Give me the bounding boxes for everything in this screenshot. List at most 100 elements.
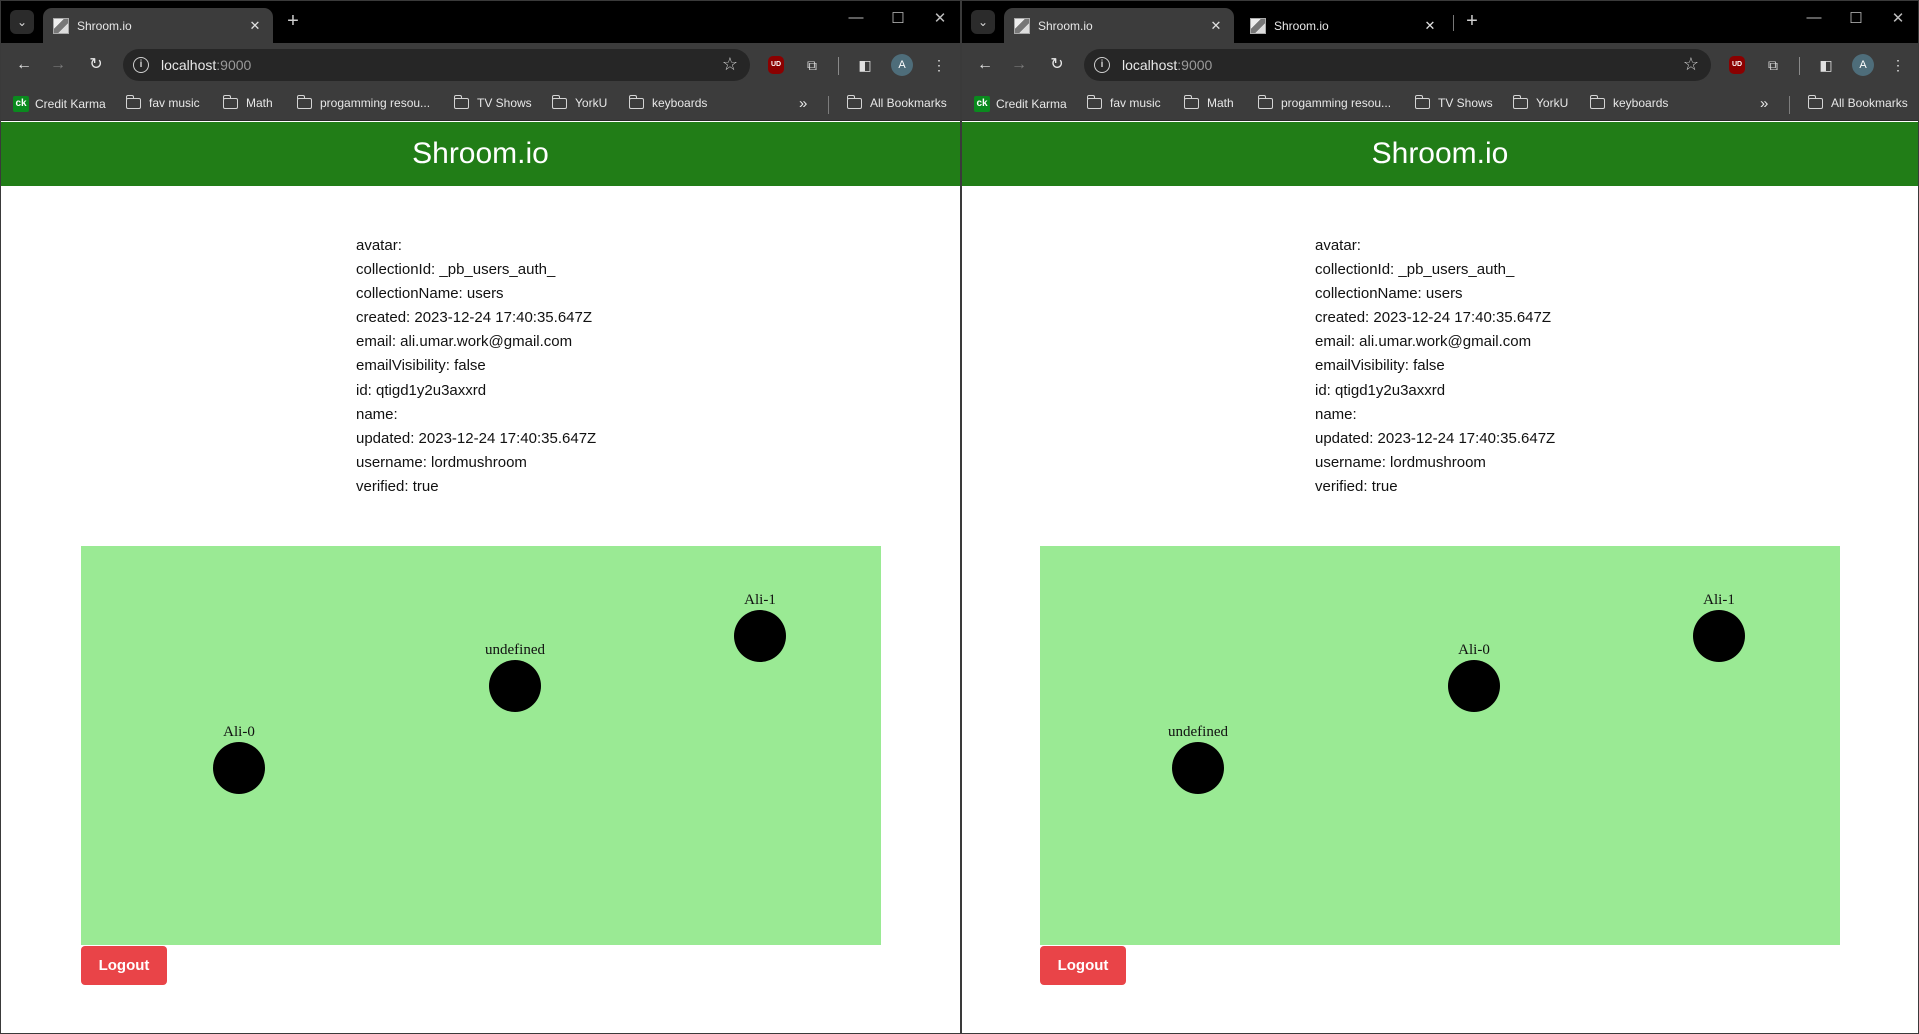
user-field: created: 2023-12-24 17:40:35.647Z [1315, 309, 1552, 327]
bookmark-math[interactable]: Math [1183, 94, 1234, 110]
maximize-icon[interactable]: ☐ [888, 9, 908, 27]
bookmark-fav-music[interactable]: fav music [125, 94, 200, 110]
user-field: collectionId: _pb_users_auth_ [1315, 261, 1515, 279]
close-window-icon[interactable]: ✕ [1888, 9, 1908, 27]
game-area[interactable]: undefined Ali-0 Ali-1 [1040, 546, 1840, 945]
folder-icon [1257, 94, 1273, 109]
bookmark-tv-shows[interactable]: TV Shows [1414, 94, 1493, 110]
maximize-icon[interactable]: ☐ [1846, 9, 1866, 27]
bookmark-keyboards[interactable]: keyboards [628, 94, 707, 110]
new-tab-button[interactable]: + [1462, 11, 1482, 32]
address-bar[interactable]: i localhost:9000 ☆ [123, 49, 750, 81]
ublock-extension-icon[interactable]: UD [768, 56, 784, 74]
folder-icon [1183, 94, 1199, 109]
tab-shroom-active[interactable]: Shroom.io ✕ [43, 8, 273, 43]
user-info: avatar: collectionId: _pb_users_auth_ co… [1315, 234, 1555, 499]
folder-icon [125, 94, 141, 109]
close-icon[interactable]: ✕ [1422, 18, 1438, 34]
all-bookmarks-button[interactable]: All Bookmarks [1807, 94, 1908, 110]
tab-title: Shroom.io [1274, 18, 1329, 33]
user-field: email: ali.umar.work@gmail.com [1315, 333, 1532, 351]
forward-button[interactable]: → [47, 54, 69, 76]
tab-shroom-active[interactable]: Shroom.io ✕ [1004, 8, 1234, 43]
tab-title: Shroom.io [1038, 18, 1093, 33]
all-bookmarks-button[interactable]: All Bookmarks [846, 94, 947, 110]
user-field: updated: 2023-12-24 17:40:35.647Z [1315, 429, 1556, 447]
bookmark-yorku[interactable]: YorkU [1512, 94, 1568, 110]
menu-kebab-icon[interactable]: ⋮ [1887, 54, 1909, 76]
browser-toolbar: ← → ↻ i localhost:9000 ☆ UD ⧉ ◧ A ⋮ [1, 43, 960, 87]
game-area[interactable]: Ali-0 undefined Ali-1 [81, 546, 881, 945]
menu-kebab-icon[interactable]: ⋮ [928, 54, 950, 76]
close-icon[interactable]: ✕ [1208, 18, 1224, 34]
close-window-icon[interactable]: ✕ [930, 9, 950, 27]
extensions-puzzle-icon[interactable]: ⧉ [1762, 54, 1784, 76]
player-dot [1172, 742, 1224, 794]
tab-shroom-inactive[interactable]: Shroom.io ✕ [1240, 8, 1448, 43]
minimize-icon[interactable]: — [1804, 9, 1824, 27]
new-tab-button[interactable]: + [283, 11, 303, 32]
site-info-icon[interactable]: i [133, 57, 149, 73]
back-button[interactable]: ← [974, 54, 996, 76]
player: Ali-0 [1448, 640, 1500, 712]
bookmark-programming[interactable]: progamming resou... [1257, 94, 1391, 110]
address-bar[interactable]: i localhost:9000 ☆ [1084, 49, 1711, 81]
player-dot [734, 610, 786, 662]
folder-icon [628, 94, 644, 109]
bookmark-credit-karma[interactable]: ck Credit Karma [974, 96, 1067, 112]
tab-search-button[interactable]: ⌄ [10, 10, 34, 34]
url-text[interactable]: localhost:9000 [1122, 57, 1212, 73]
window-controls: — ☐ ✕ [846, 9, 950, 27]
more-bookmarks-button[interactable]: » [1760, 95, 1768, 112]
user-field: collectionId: _pb_users_auth_ [356, 261, 556, 279]
player: undefined [485, 640, 545, 712]
bookmark-star-icon[interactable]: ☆ [1683, 54, 1699, 75]
player-dot [489, 660, 541, 712]
user-field: created: 2023-12-24 17:40:35.647Z [356, 309, 593, 327]
player-name: undefined [485, 642, 545, 658]
toolbar-divider [838, 57, 839, 75]
close-icon[interactable]: ✕ [247, 18, 263, 34]
web-page: Shroom.io avatar: collectionId: _pb_user… [962, 122, 1918, 1033]
site-info-icon[interactable]: i [1094, 57, 1110, 73]
folder-icon [846, 94, 862, 109]
folder-icon [551, 94, 567, 109]
logout-button[interactable]: Logout [1040, 946, 1126, 985]
user-field: verified: true [1315, 477, 1398, 495]
user-field: name: [356, 405, 398, 423]
bookmark-fav-music[interactable]: fav music [1086, 94, 1161, 110]
folder-icon [222, 94, 238, 109]
folder-icon [1807, 94, 1823, 109]
bookmarks-bar: ck Credit Karma fav music Math progamming… [1, 87, 960, 121]
bookmark-yorku[interactable]: YorkU [551, 94, 607, 110]
side-panel-icon[interactable]: ◧ [854, 54, 876, 76]
bookmark-programming[interactable]: progamming resou... [296, 94, 430, 110]
bookmark-credit-karma[interactable]: ck Credit Karma [13, 96, 106, 112]
folder-icon [1589, 94, 1605, 109]
more-bookmarks-button[interactable]: » [799, 95, 807, 112]
url-text[interactable]: localhost:9000 [161, 57, 251, 73]
player-name: Ali-0 [1458, 642, 1490, 658]
ublock-extension-icon[interactable]: UD [1729, 56, 1745, 74]
forward-button[interactable]: → [1008, 54, 1030, 76]
bookmark-keyboards[interactable]: keyboards [1589, 94, 1668, 110]
logout-button[interactable]: Logout [81, 946, 167, 985]
bookmarks-divider [1789, 96, 1790, 114]
back-button[interactable]: ← [13, 54, 35, 76]
reload-button[interactable]: ↻ [1046, 54, 1068, 76]
player: Ali-1 [734, 590, 786, 662]
player: Ali-0 [213, 722, 265, 794]
profile-avatar[interactable]: A [1852, 54, 1874, 76]
reload-button[interactable]: ↻ [85, 54, 107, 76]
extensions-puzzle-icon[interactable]: ⧉ [801, 54, 823, 76]
side-panel-icon[interactable]: ◧ [1815, 54, 1837, 76]
tab-search-button[interactable]: ⌄ [971, 10, 995, 34]
profile-avatar[interactable]: A [891, 54, 913, 76]
minimize-icon[interactable]: — [846, 9, 866, 27]
tab-divider [1453, 15, 1454, 31]
bookmark-tv-shows[interactable]: TV Shows [453, 94, 532, 110]
bookmark-star-icon[interactable]: ☆ [722, 54, 738, 75]
user-field: emailVisibility: false [356, 357, 486, 375]
bookmark-math[interactable]: Math [222, 94, 273, 110]
tab-strip: ⌄ Shroom.io ✕ + — ☐ ✕ [1, 1, 960, 43]
